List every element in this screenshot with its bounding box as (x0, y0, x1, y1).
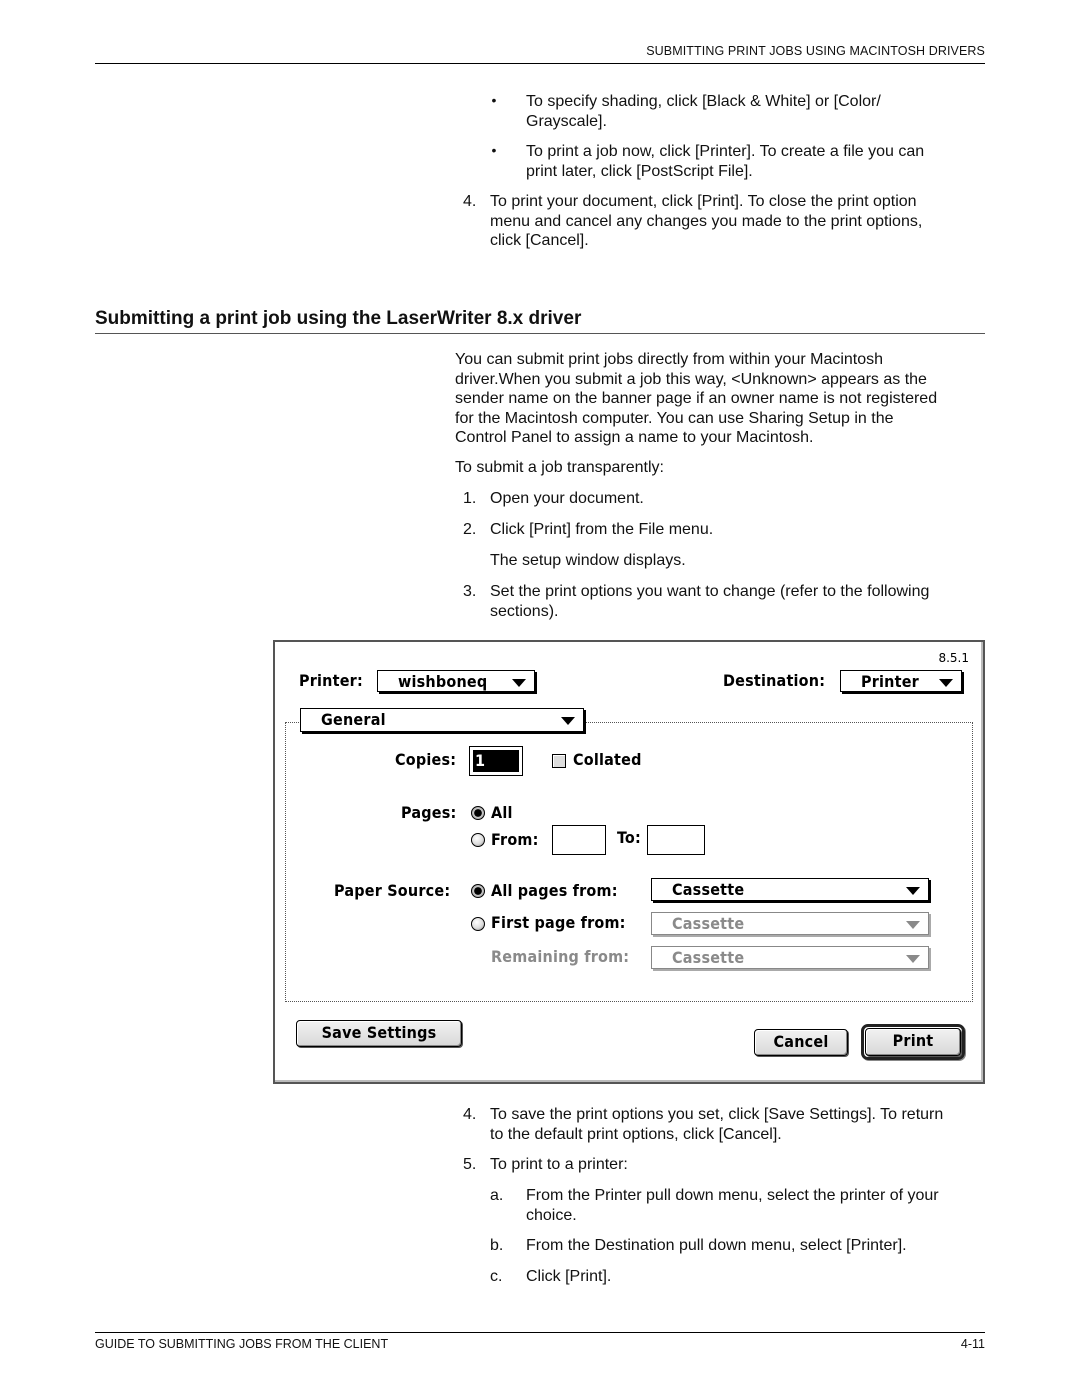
footer-rule (95, 1332, 985, 1333)
text-line: sections). (490, 602, 559, 620)
substep-letter: c. (490, 1268, 503, 1285)
remaining-value: Cassette (672, 948, 745, 967)
cancel-button[interactable]: Cancel (754, 1029, 848, 1056)
text-line: sender name on the banner page if an own… (455, 390, 938, 407)
first-page-popup[interactable]: Cassette (651, 912, 929, 935)
copies-label: Copies: (395, 750, 457, 769)
chevron-down-icon (939, 679, 953, 687)
pages-from-field[interactable] (552, 825, 606, 855)
destination-value: Printer (861, 672, 919, 691)
heading-rule (95, 333, 985, 334)
paper-source-label: Paper Source: (334, 881, 451, 900)
step-number: 2. (463, 521, 477, 538)
pages-label: Pages: (401, 803, 457, 822)
step-number: 5. (463, 1156, 477, 1173)
step-number: 4. (463, 1106, 477, 1123)
step-text: To print to a printer: (490, 1156, 628, 1173)
step-text: Open your document. (490, 490, 644, 507)
pages-to-label: To: (617, 828, 641, 847)
step-text: Set the print options you want to change… (490, 582, 929, 621)
first-page-radio[interactable] (471, 917, 485, 931)
substep-text: From the Printer pull down menu, select … (526, 1186, 939, 1225)
printer-popup[interactable]: wishboneq (377, 670, 535, 692)
text-line: print later, click [PostScript File]. (526, 162, 753, 180)
text-line: You can submit print jobs directly from … (455, 351, 884, 368)
pages-all-radio[interactable] (471, 806, 485, 820)
step-number: 3. (463, 583, 477, 600)
collated-checkbox[interactable] (552, 754, 566, 768)
all-pages-radio[interactable] (471, 884, 485, 898)
destination-popup[interactable]: Printer (840, 670, 962, 692)
first-page-label: First page from: (491, 913, 626, 932)
bullet-icon: • (491, 92, 497, 108)
pages-all-label: All (491, 803, 513, 822)
step-text: To save the print options you set, click… (490, 1105, 943, 1144)
header-rule (95, 63, 985, 64)
step-number: 1. (463, 490, 477, 507)
substep-letter: b. (490, 1237, 504, 1254)
substep-text: Click [Print]. (526, 1268, 612, 1285)
lead-in: To submit a job transparently: (455, 459, 664, 476)
panel-popup[interactable]: General (300, 708, 584, 732)
pages-from-label: From: (491, 830, 539, 849)
driver-version: 8.5.1 (938, 651, 969, 665)
section-heading: Submitting a print job using the LaserWr… (95, 308, 582, 329)
text-line: To print a job now, click [Printer]. To … (526, 143, 925, 160)
all-pages-popup[interactable]: Cassette (651, 878, 929, 901)
all-pages-label: All pages from: (491, 881, 618, 900)
printer-label: Printer: (299, 671, 363, 690)
text-line: Grayscale]. (526, 112, 607, 130)
printer-value: wishboneq (398, 672, 488, 691)
text-line: menu and cancel any changes you made to … (490, 212, 923, 230)
destination-label: Destination: (723, 671, 826, 690)
pages-from-radio[interactable] (471, 833, 485, 847)
substep-letter: a. (490, 1187, 504, 1204)
text-line: for the Macintosh computer. You can use … (455, 409, 894, 427)
chevron-down-icon (906, 887, 920, 895)
all-pages-value: Cassette (672, 880, 745, 899)
copies-value: 1 (473, 750, 519, 772)
text-line: From the Printer pull down menu, select … (526, 1187, 939, 1204)
chevron-down-icon (512, 679, 526, 687)
chevron-down-icon (906, 921, 920, 929)
print-button-ring: Print (861, 1024, 965, 1060)
print-button[interactable]: Print (865, 1028, 961, 1056)
text-line: click [Cancel]. (490, 232, 589, 249)
remaining-popup[interactable]: Cassette (651, 946, 929, 969)
substep-text: From the Destination pull down menu, sel… (526, 1237, 907, 1254)
footer-title: GUIDE TO SUBMITTING JOBS FROM THE CLIENT (95, 1337, 389, 1351)
step-text: To print your document, click [Print]. T… (490, 192, 922, 251)
copies-field[interactable]: 1 (469, 746, 523, 776)
running-head: SUBMITTING PRINT JOBS USING MACINTOSH DR… (646, 44, 985, 58)
page-number: 4-11 (960, 1337, 985, 1351)
chevron-down-icon (561, 717, 575, 725)
text-line: Set the print options you want to change… (490, 583, 930, 600)
bullet-item: To print a job now, click [Printer]. To … (526, 142, 924, 181)
text-line: to the default print options, click [Can… (490, 1125, 782, 1143)
text-line: choice. (526, 1206, 577, 1224)
text-line: To print your document, click [Print]. T… (490, 193, 917, 210)
first-page-value: Cassette (672, 914, 745, 933)
step-number: 4. (463, 193, 477, 210)
intro-paragraph: You can submit print jobs directly from … (455, 350, 937, 448)
print-dialog: 8.5.1 Printer: wishboneq Destination: Pr… (273, 640, 985, 1084)
step-note: The setup window displays. (490, 552, 686, 569)
text-line: To specify shading, click [Black & White… (526, 93, 881, 110)
pages-to-field[interactable] (647, 825, 705, 855)
text-line: Control Panel to assign a name to your M… (455, 429, 814, 446)
bullet-item: To specify shading, click [Black & White… (526, 92, 881, 131)
panel-value: General (321, 710, 386, 729)
save-settings-button[interactable]: Save Settings (296, 1020, 462, 1047)
chevron-down-icon (906, 955, 920, 963)
text-line: To save the print options you set, click… (490, 1106, 944, 1123)
text-line: driver.When you submit a job this way, <… (455, 370, 927, 388)
step-text: Click [Print] from the File menu. (490, 521, 714, 538)
bullet-icon: • (491, 142, 497, 158)
collated-label: Collated (573, 750, 642, 769)
remaining-label: Remaining from: (491, 947, 630, 966)
